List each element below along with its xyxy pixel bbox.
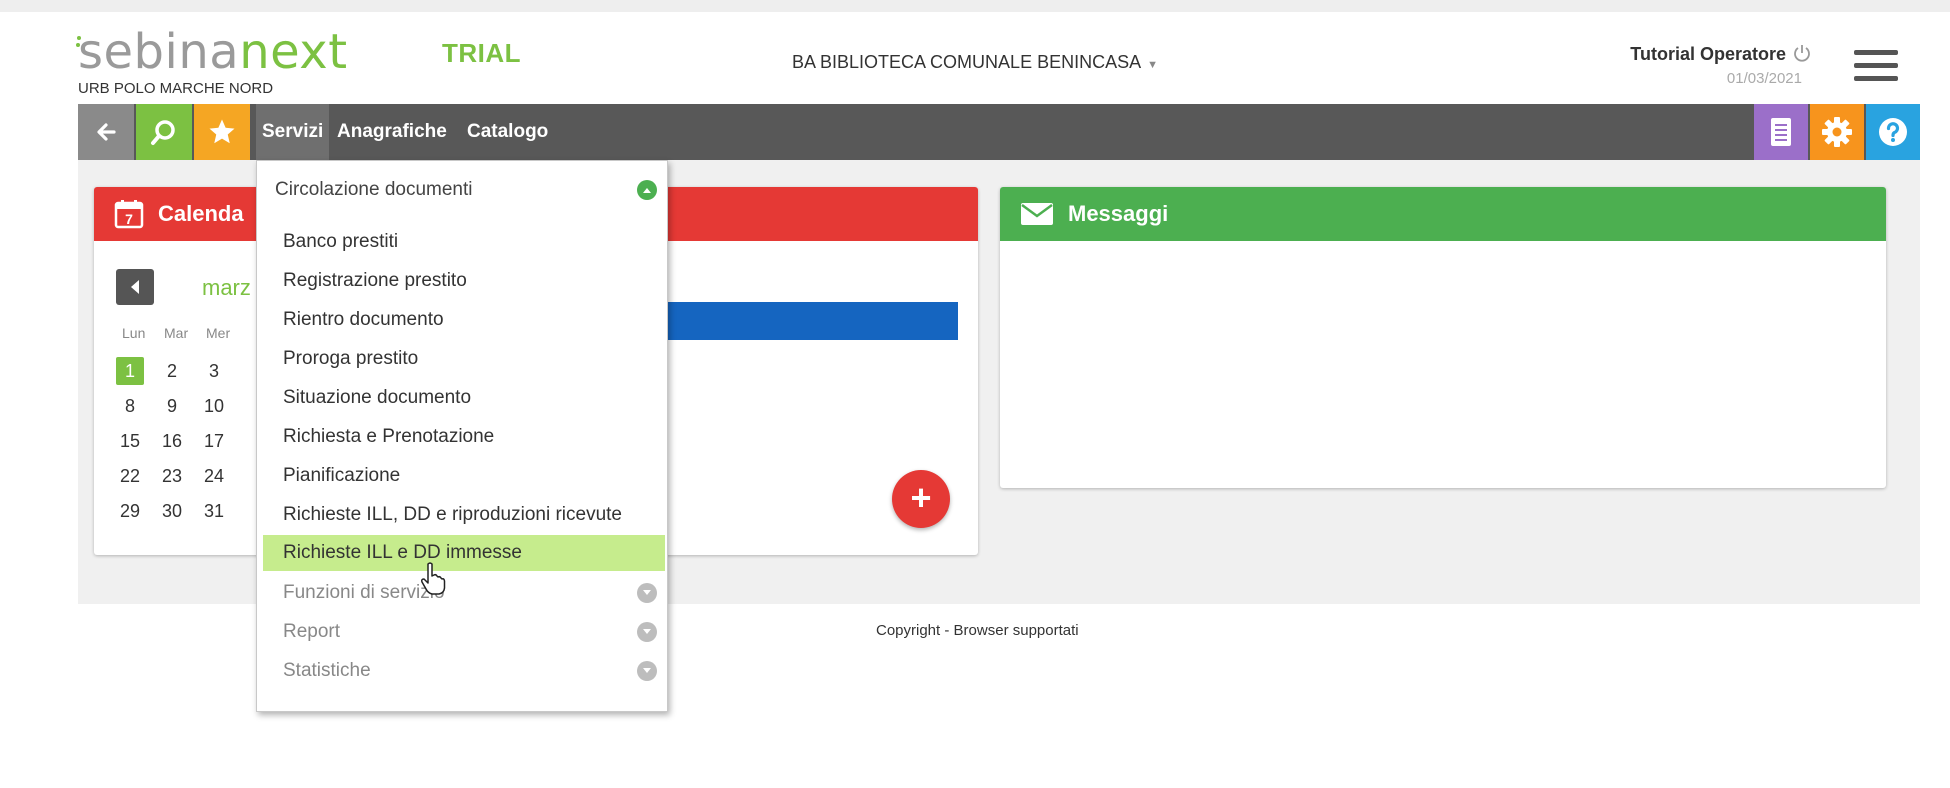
arrow-left-icon [97, 123, 116, 141]
library-name: BA BIBLIOTECA COMUNALE BENINCASA [792, 52, 1142, 72]
svg-text:7: 7 [125, 211, 133, 227]
menu-item-pianificazione[interactable]: Pianificazione [263, 458, 665, 494]
menu-item-proroga-prestito[interactable]: Proroga prestito [263, 341, 665, 377]
envelope-icon [1021, 203, 1053, 225]
dropdown-section-circolazione[interactable]: Circolazione documenti [257, 171, 669, 209]
help-button[interactable] [1866, 104, 1920, 160]
search-icon [151, 120, 175, 145]
calendar-day[interactable]: 16 [158, 427, 186, 455]
menu-item-richieste-immesse[interactable]: Richieste ILL e DD immesse [263, 535, 665, 571]
search-button[interactable] [136, 104, 192, 160]
calendar-day[interactable]: 31 [200, 497, 228, 525]
polo-label: URB POLO MARCHE NORD [78, 80, 274, 97]
expand-down-icon [637, 661, 657, 681]
main-navbar: Servizi Anagrafiche Catalogo [78, 104, 1920, 160]
calendar-day[interactable]: 24 [200, 462, 228, 490]
weekday-label: Lun [122, 325, 146, 341]
star-icon [209, 119, 235, 144]
calendar-day[interactable]: 30 [158, 497, 186, 525]
back-button[interactable] [78, 104, 134, 160]
section-label: Statistiche [283, 660, 371, 681]
calendar-day[interactable]: 3 [200, 357, 228, 385]
dropdown-section-report[interactable]: Report [257, 613, 669, 651]
messages-panel: Messaggi [1000, 187, 1886, 488]
operator-name[interactable]: Tutorial Operatore [1630, 44, 1786, 65]
menu-servizi[interactable]: Servizi [256, 104, 330, 160]
servizi-dropdown: Circolazione documenti Banco prestiti Re… [256, 160, 668, 712]
prev-month-button[interactable] [116, 269, 154, 305]
add-event-button[interactable]: + [892, 470, 950, 528]
calendar-day[interactable]: 2 [158, 357, 186, 385]
supported-browsers-link[interactable]: Browser supportati [954, 622, 1079, 639]
chevron-left-icon [131, 280, 139, 294]
library-selector[interactable]: BA BIBLIOTECA COMUNALE BENINCASA ▼ [792, 52, 1158, 73]
dropdown-section-funzioni[interactable]: Funzioni di servizio [257, 574, 669, 612]
menu-item-richieste-ricevute[interactable]: Richieste ILL, DD e riproduzioni ricevut… [263, 497, 665, 533]
expand-down-icon [637, 583, 657, 603]
top-strip [0, 0, 1950, 12]
trial-badge: TRIAL [442, 38, 522, 68]
calendar-day-today[interactable]: 1 [116, 357, 144, 385]
messages-title: Messaggi [1068, 201, 1169, 226]
weekday-label: Mer [206, 325, 231, 341]
app-header: sebinanext TRIAL URB POLO MARCHE NORD BA… [76, 22, 1920, 104]
weekday-label: Mar [164, 325, 189, 341]
footer-separator: - [940, 622, 954, 639]
favorites-button[interactable] [194, 104, 250, 160]
copyright-link[interactable]: Copyright [876, 622, 940, 639]
calendar-day[interactable]: 29 [116, 497, 144, 525]
dropdown-section-statistiche[interactable]: Statistiche [257, 652, 669, 690]
session-date: 01/03/2021 [1726, 70, 1802, 87]
settings-button[interactable] [1810, 104, 1864, 160]
calendar-event-bar[interactable] [654, 302, 958, 340]
menu-item-rientro-documento[interactable]: Rientro documento [263, 302, 665, 338]
calendar-day[interactable]: 10 [200, 392, 228, 420]
calendar-day[interactable]: 22 [116, 462, 144, 490]
section-label: Report [283, 621, 341, 642]
hand-cursor-icon [421, 562, 446, 595]
menu-item-banco-prestiti[interactable]: Banco prestiti [263, 224, 665, 260]
calendar-day[interactable]: 17 [200, 427, 228, 455]
caret-down-icon: ▼ [1147, 59, 1158, 71]
help-icon [1879, 118, 1907, 146]
messages-panel-header: Messaggi [1000, 187, 1886, 241]
notes-button[interactable] [1754, 104, 1808, 160]
calendar-day[interactable]: 15 [116, 427, 144, 455]
month-label: marz [202, 275, 251, 300]
section-label: Circolazione documenti [275, 179, 473, 200]
expand-down-icon [637, 622, 657, 642]
power-icon[interactable] [1792, 43, 1812, 63]
calendar-day[interactable]: 23 [158, 462, 186, 490]
calendar-icon: 7 [114, 200, 144, 229]
calendar-day[interactable]: 8 [116, 392, 144, 420]
calendar-title: Calenda [158, 201, 244, 226]
hamburger-menu-icon[interactable] [1854, 50, 1898, 82]
menu-anagrafiche[interactable]: Anagrafiche [331, 104, 453, 160]
footer: Copyright - Browser supportati [876, 622, 1079, 639]
collapse-up-icon [637, 180, 657, 200]
app-logo[interactable]: sebinanext [78, 26, 348, 78]
calendar-day[interactable]: 9 [158, 392, 186, 420]
menu-item-registrazione-prestito[interactable]: Registrazione prestito [263, 263, 665, 299]
menu-item-richiesta-prenotazione[interactable]: Richiesta e Prenotazione [263, 419, 665, 455]
gear-icon [1822, 117, 1852, 147]
menu-catalogo[interactable]: Catalogo [461, 104, 554, 160]
document-icon [1771, 118, 1791, 146]
menu-item-situazione-documento[interactable]: Situazione documento [263, 380, 665, 416]
